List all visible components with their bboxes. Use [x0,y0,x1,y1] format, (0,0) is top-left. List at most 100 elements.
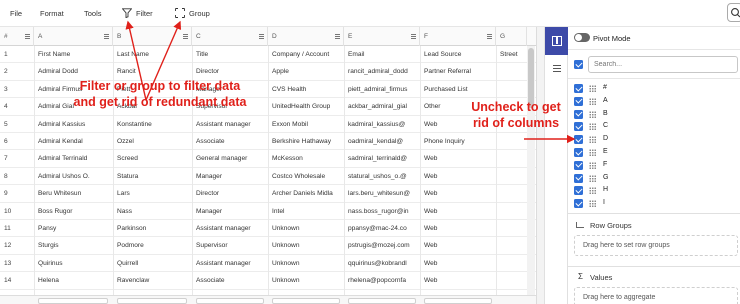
column-header-d[interactable]: D [268,27,344,46]
table-cell[interactable]: Unknown [268,237,344,254]
table-cell[interactable]: rhelena@popcornfa [344,272,420,289]
filters-list-icon[interactable] [553,65,561,75]
table-cell[interactable]: Nass [113,203,192,220]
table-cell[interactable]: Assistant manager [192,220,268,237]
table-cell[interactable]: Admiral Terrinald [34,150,113,167]
column-header-b[interactable]: B [113,27,192,46]
table-cell[interactable]: statural_ushos_o.@ [344,168,420,185]
column-menu-icon[interactable] [259,34,264,39]
global-search-button[interactable] [727,3,740,22]
table-cell[interactable]: Screed [113,150,192,167]
table-cell[interactable]: lars.beru_whitesun@ [344,185,420,202]
column-menu-icon[interactable] [487,34,492,39]
values-drop-zone[interactable]: Drag here to aggregate [574,287,738,304]
table-cell[interactable]: Supervisor [192,237,268,254]
table-cell[interactable]: qquirinus@kobrandl [344,255,420,272]
column-filter-input[interactable] [117,298,187,304]
table-cell[interactable]: Manager [192,203,268,220]
column-visible-checkbox[interactable] [574,135,583,145]
column-list-item[interactable]: # [568,82,740,95]
table-cell[interactable]: Konstantine [113,116,192,133]
table-cell[interactable]: rancit_admiral_dodd [344,63,420,80]
table-cell[interactable]: oadmiral_kendal@ [344,133,420,150]
table-cell[interactable]: Web [420,272,496,289]
table-cell[interactable]: Admiral Kassius [34,116,113,133]
column-menu-icon[interactable] [183,34,188,39]
table-cell[interactable] [496,237,527,254]
table-cell[interactable]: piett_admiral_firmus [344,81,420,98]
drag-handle-icon[interactable] [589,97,596,105]
drag-handle-icon[interactable] [589,174,596,182]
table-cell[interactable]: Street [496,46,527,63]
table-cell[interactable]: nass.boss_rugor@in [344,203,420,220]
column-visible-checkbox[interactable] [574,173,583,183]
table-cell[interactable]: Web [420,203,496,220]
table-cell[interactable]: Sturgis [34,237,113,254]
group-button[interactable]: Group [175,6,210,20]
column-header-rownum[interactable]: # [0,27,34,46]
table-cell[interactable]: Boss Rugor [34,203,113,220]
table-cell[interactable] [496,272,527,289]
table-cell[interactable]: UnitedHealth Group [268,98,344,115]
column-list-item[interactable]: A [568,95,740,108]
table-cell[interactable]: Web [420,237,496,254]
column-list-item[interactable]: F [568,159,740,172]
table-cell[interactable]: ppansy@mac-24.co [344,220,420,237]
table-cell[interactable]: Intel [268,203,344,220]
table-cell[interactable] [496,255,527,272]
table-cell[interactable]: Pansy [34,220,113,237]
table-cell[interactable]: Web [420,255,496,272]
table-cell[interactable]: CVS Health [268,81,344,98]
drag-handle-icon[interactable] [589,187,596,195]
row-groups-drop-zone[interactable]: Drag here to set row groups [574,235,738,256]
column-header-e[interactable]: E [344,27,420,46]
tab-columns[interactable] [545,27,569,55]
column-header-f[interactable]: F [420,27,496,46]
menu-format[interactable]: Format [40,9,64,18]
column-header-c[interactable]: C [192,27,268,46]
column-list-item[interactable]: E [568,146,740,159]
table-cell[interactable]: Quirinus [34,255,113,272]
table-cell[interactable]: Unknown [268,272,344,289]
column-menu-icon[interactable] [411,34,416,39]
table-cell[interactable] [496,150,527,167]
column-menu-icon[interactable] [335,34,340,39]
table-cell[interactable] [496,63,527,80]
column-list-item[interactable]: H [568,184,740,197]
table-cell[interactable]: Partner Referral [420,63,496,80]
table-cell[interactable]: Unknown [268,255,344,272]
drag-handle-icon[interactable] [589,110,596,118]
table-cell[interactable]: Manager [192,168,268,185]
select-all-checkbox[interactable] [574,60,583,69]
table-cell[interactable]: Web [420,168,496,185]
table-cell[interactable]: Title [192,46,268,63]
table-cell[interactable]: ackbar_admiral_gial [344,98,420,115]
table-cell[interactable]: Exxon Mobil [268,116,344,133]
column-list-item[interactable]: G [568,172,740,185]
table-cell[interactable]: Helena [34,272,113,289]
table-cell[interactable]: Beru Whitesun [34,185,113,202]
column-filter-input[interactable] [424,298,492,304]
table-cell[interactable]: Associate [192,272,268,289]
table-cell[interactable]: First Name [34,46,113,63]
menu-file[interactable]: File [10,9,22,18]
table-cell[interactable]: General manager [192,150,268,167]
column-list-item[interactable]: D [568,133,740,146]
table-cell[interactable]: Director [192,185,268,202]
drag-handle-icon[interactable] [589,200,596,208]
column-visible-checkbox[interactable] [574,199,583,209]
table-cell[interactable]: Ravenclaw [113,272,192,289]
table-cell[interactable]: Podmore [113,237,192,254]
table-cell[interactable]: Parkinson [113,220,192,237]
table-cell[interactable]: Quirrell [113,255,192,272]
table-cell[interactable]: Assistant manager [192,116,268,133]
column-visible-checkbox[interactable] [574,160,583,170]
table-cell[interactable]: pstrugis@mozej.com [344,237,420,254]
vertical-scrollbar[interactable] [527,46,535,296]
table-cell[interactable] [496,133,527,150]
table-cell[interactable]: Unknown [268,220,344,237]
table-cell[interactable]: Apple [268,63,344,80]
column-list-item[interactable]: B [568,108,740,121]
column-filter-input[interactable] [272,298,340,304]
column-header-a[interactable]: A [34,27,113,46]
